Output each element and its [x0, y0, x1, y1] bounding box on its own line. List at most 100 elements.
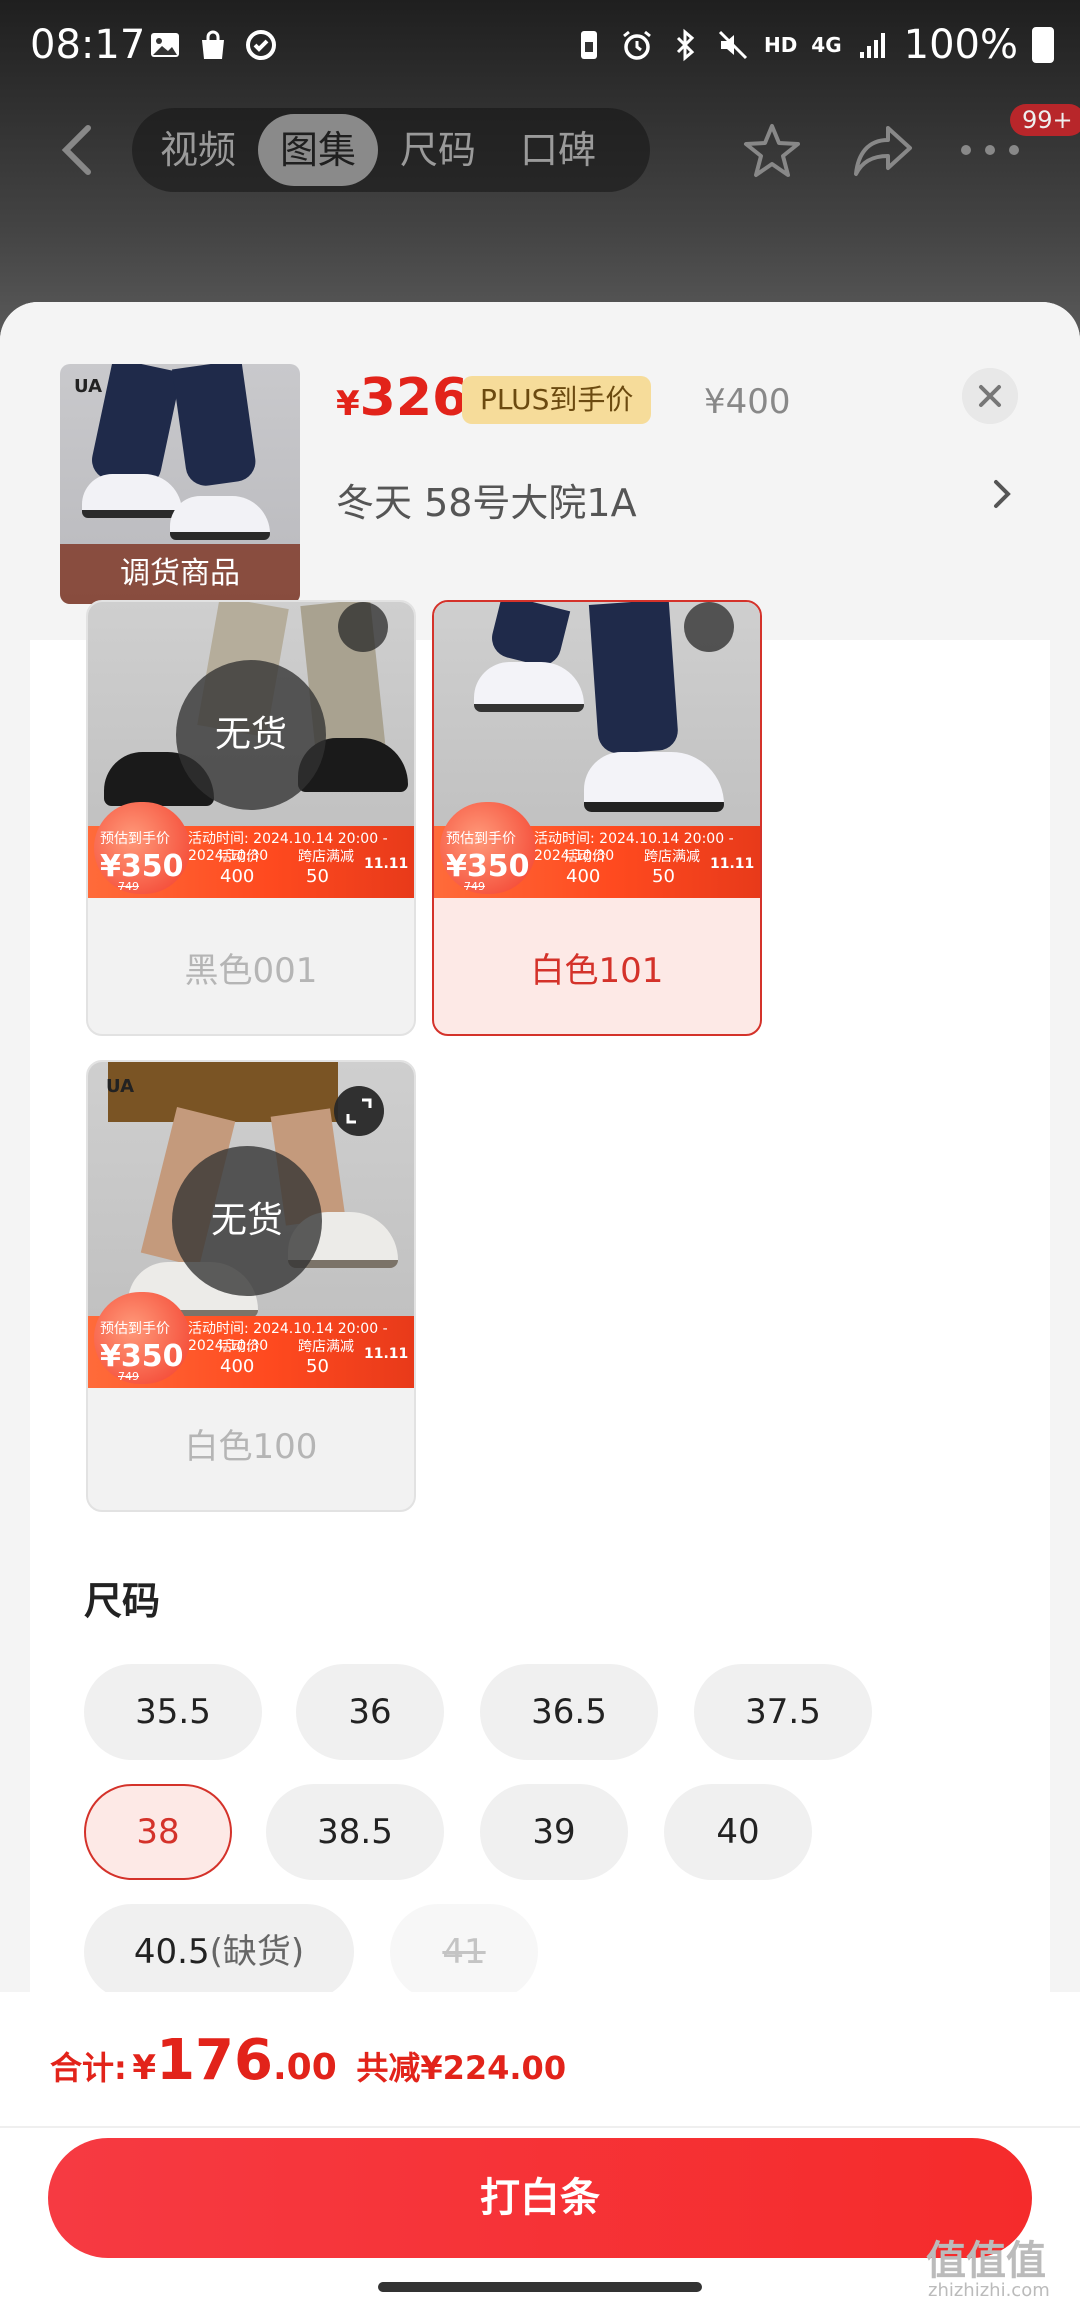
promo-banner: 预估到手价 ¥350 活动时间: 2024.10.14 20:00 - 2024… — [88, 1292, 414, 1388]
status-right: HD 4G 100% — [572, 22, 1054, 68]
watermark: 值值值 — [926, 2238, 1046, 2284]
promo-banner: 预估到手价 ¥350 活动时间: 2024.10.14 20:00 - 2024… — [88, 802, 414, 898]
leg-shape — [588, 602, 680, 755]
thumb-leg — [88, 364, 182, 490]
promo-col2-title: 跨店满减 — [298, 849, 354, 865]
size-option[interactable]: 36 — [296, 1664, 444, 1760]
signal-icon — [859, 33, 885, 58]
size-option[interactable]: 40 — [664, 1784, 812, 1880]
chevron-right-icon[interactable] — [990, 474, 1014, 514]
total-label: 合计: — [50, 2049, 127, 2087]
stock-note: (缺货) — [209, 1932, 305, 1972]
tab-size[interactable]: 尺码 — [378, 114, 498, 186]
thumb-leg — [171, 364, 259, 489]
top-nav-bar: 视频 图集 尺码 口碑 99+ — [0, 100, 1080, 200]
promo-col1-value: 400 — [220, 1356, 255, 1377]
promo-event: 11.11 — [364, 856, 409, 872]
close-icon[interactable] — [962, 368, 1018, 424]
sim-icon — [580, 31, 597, 59]
color-option-black-001[interactable]: 预估到手价 ¥350 活动时间: 2024.10.14 20:00 - 2024… — [86, 600, 416, 1036]
promo-tag: 预估到手价 — [100, 1321, 170, 1337]
size-option[interactable]: 38.5 — [266, 1784, 444, 1880]
promo-was-price: 749 — [118, 1370, 139, 1383]
tab-gallery[interactable]: 图集 — [258, 114, 379, 186]
favorite-star-icon[interactable] — [742, 122, 802, 180]
hd-indicator: HD — [763, 33, 798, 57]
total-integer: 176 — [156, 2028, 273, 2093]
battery-percent: 100% — [903, 22, 1018, 68]
promo-event: 11.11 — [364, 1346, 409, 1362]
tab-video[interactable]: 视频 — [138, 114, 258, 186]
mute-icon — [718, 30, 748, 60]
brand-logo: UA — [106, 1076, 134, 1097]
promo-price: ¥350 — [100, 1339, 184, 1374]
status-bar: 08:17 HD 4G 100% — [0, 0, 1080, 100]
promo-event: 11.11 — [710, 856, 755, 872]
status-notification-icons — [148, 28, 278, 62]
battery-icon — [1032, 27, 1054, 63]
out-of-stock-badge: 无货 — [176, 660, 326, 810]
size-option[interactable]: 36.5 — [480, 1664, 658, 1760]
expand-icon[interactable] — [684, 602, 734, 652]
app-status-icon — [246, 30, 276, 60]
tab-reviews[interactable]: 口碑 — [498, 114, 618, 186]
color-label: 白色100 — [184, 1427, 318, 1467]
promo-banner: 预估到手价 ¥350 活动时间: 2024.10.14 20:00 - 2024… — [434, 802, 760, 898]
back-arrow-icon[interactable] — [52, 122, 102, 178]
total-price: 合计: ¥176.00 共减¥224.00 — [50, 2028, 566, 2093]
total-decimal: .00 — [272, 2047, 337, 2088]
color-label: 白色101 — [530, 951, 664, 991]
expand-icon[interactable] — [338, 602, 388, 652]
color-label: 黑色001 — [184, 951, 318, 991]
size-option[interactable]: 35.5 — [84, 1664, 262, 1760]
plus-price: ¥326 — [336, 368, 468, 428]
promo-col2-value: 50 — [306, 866, 329, 887]
size-label: 40.5 — [133, 1932, 210, 1972]
baitiao-pay-button[interactable]: 打白条 — [48, 2138, 1032, 2258]
promo-col1-value: 400 — [566, 866, 601, 887]
network-indicator: 4G — [811, 33, 842, 57]
home-indicator[interactable] — [378, 2282, 702, 2292]
color-option-white-101[interactable]: 预估到手价 ¥350 活动时间: 2024.10.14 20:00 - 2024… — [432, 600, 762, 1036]
promo-col1-title: 活动价 — [218, 1339, 260, 1355]
product-thumbnail[interactable]: UA 调货商品 — [60, 364, 300, 604]
thumb-shoe — [82, 474, 182, 518]
shoe-shape — [584, 752, 724, 812]
brand-logo: UA — [74, 376, 102, 397]
price-value: 326 — [359, 368, 469, 428]
size-option[interactable]: 39 — [480, 1784, 628, 1880]
alarm-icon — [623, 30, 651, 60]
promo-tag: 预估到手价 — [446, 831, 516, 847]
expand-icon[interactable] — [334, 1086, 384, 1136]
delivery-address[interactable]: 冬天 58号大院1A — [336, 472, 637, 527]
color-photo: UA 预估到手价 ¥350 活动时间: 2024.10.14 20:00 - 2… — [88, 1062, 414, 1388]
promo-col2-title: 跨店满减 — [298, 1339, 354, 1355]
share-icon[interactable] — [852, 122, 914, 178]
promo-col1-value: 400 — [220, 866, 255, 887]
size-option-low-stock[interactable]: 40.5(缺货) — [84, 1904, 354, 2000]
promo-col2-value: 50 — [306, 1356, 329, 1377]
bluetooth-icon — [676, 28, 695, 62]
sheet-header: UA 调货商品 ¥326 PLUS到手价 ¥400 冬天 58号大院1A — [0, 302, 1080, 640]
plus-price-tag: PLUS到手价 — [462, 376, 652, 424]
promo-col2-value: 50 — [652, 866, 675, 887]
sku-options: 预估到手价 ¥350 活动时间: 2024.10.14 20:00 - 2024… — [30, 600, 1050, 2000]
size-option-selected[interactable]: 38 — [84, 1784, 232, 1880]
color-photo: 预估到手价 ¥350 活动时间: 2024.10.14 20:00 - 2024… — [88, 602, 414, 898]
promo-was-price: 749 — [118, 880, 139, 893]
notification-badge: 99+ — [1010, 104, 1080, 136]
more-dots-icon[interactable] — [958, 140, 1022, 160]
checkout-footer: 合计: ¥176.00 共减¥224.00 打白条 值值值 zhizhizhi.… — [0, 1992, 1080, 2316]
out-of-stock-badge: 无货 — [172, 1146, 322, 1296]
transfer-goods-banner: 调货商品 — [60, 544, 300, 604]
promo-col2-title: 跨店满减 — [644, 849, 700, 865]
size-section-title: 尺码 — [84, 1579, 161, 1623]
size-option-disabled: 41 — [390, 1904, 538, 2000]
promo-col1-title: 活动价 — [564, 849, 606, 865]
total-currency: ¥ — [132, 2048, 157, 2088]
promo-tag: 预估到手价 — [100, 831, 170, 847]
size-option[interactable]: 37.5 — [694, 1664, 872, 1760]
color-option-white-100[interactable]: UA 预估到手价 ¥350 活动时间: 2024.10.14 20:00 - 2… — [86, 1060, 416, 1512]
promo-price: ¥350 — [446, 849, 530, 884]
watermark-url: zhizhizhi.com — [928, 2280, 1050, 2301]
